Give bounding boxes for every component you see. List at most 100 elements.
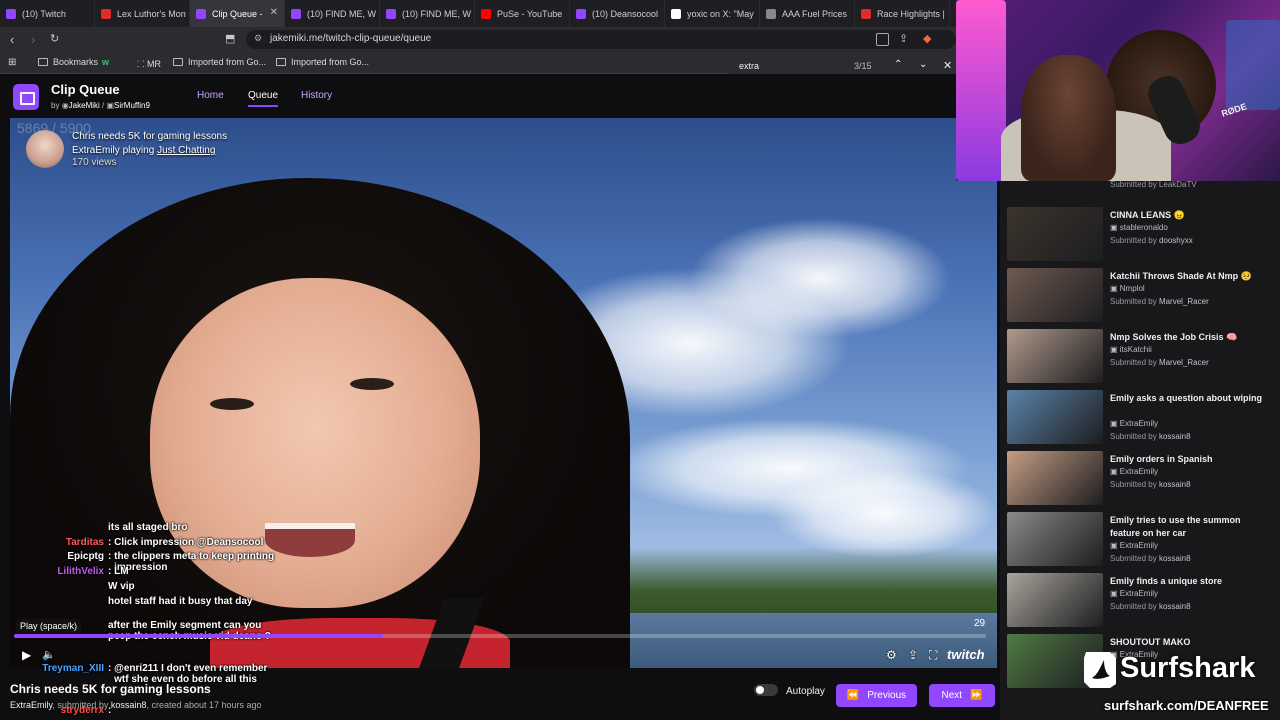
view-count: 170 views bbox=[72, 157, 117, 168]
streamer bbox=[1021, 55, 1116, 181]
browser-tab[interactable]: Lex Luthor's Mon bbox=[95, 0, 190, 27]
tab-label: Clip Queue - bbox=[212, 8, 263, 19]
reader-mode-icon[interactable] bbox=[876, 33, 889, 46]
queue-item[interactable]: Emily orders in Spanish ▣ ExtraEmily Submi… bbox=[1007, 449, 1275, 509]
queue-item-thumbnail[interactable] bbox=[1007, 451, 1103, 505]
find-input[interactable]: extra bbox=[739, 61, 759, 71]
nav-queue[interactable]: Queue bbox=[248, 90, 279, 107]
tab-favicon-icon bbox=[291, 8, 301, 19]
queue-item-channel: ▣ Nmplol bbox=[1110, 284, 1145, 293]
queue-item-submitter: Submitted by kossain8 bbox=[1110, 480, 1191, 489]
seek-bar[interactable] bbox=[14, 634, 986, 638]
queue-item[interactable]: Emily finds a unique store ▣ ExtraEmily Su… bbox=[1007, 571, 1275, 631]
queue-item-thumbnail[interactable] bbox=[1007, 329, 1103, 383]
tab-favicon-icon bbox=[386, 8, 396, 19]
queue-item-title: Emily finds a unique store bbox=[1110, 576, 1223, 586]
submitter-link[interactable]: kossain8 bbox=[111, 700, 147, 710]
reload-icon[interactable]: ↻ bbox=[50, 32, 59, 45]
nav-history[interactable]: History bbox=[301, 90, 332, 101]
clip-queue-logo-icon[interactable] bbox=[13, 84, 39, 110]
find-close-icon[interactable]: ✕ bbox=[943, 59, 952, 72]
apps-icon[interactable]: ⊞ bbox=[8, 57, 16, 68]
queue-item-channel: ▣ ExtraEmily bbox=[1110, 467, 1158, 476]
tab-favicon-icon bbox=[481, 8, 491, 19]
queue-item-thumbnail[interactable] bbox=[1007, 512, 1103, 566]
bookmark-imported-2[interactable]: Imported from Go... bbox=[276, 57, 369, 67]
autoplay-toggle[interactable]: Autoplay bbox=[754, 684, 825, 697]
submitted-label: Submitted by bbox=[1110, 297, 1157, 306]
queue-item[interactable]: Emily asks a question about wiping ▣ Extr… bbox=[1007, 388, 1275, 448]
chat-message: its all staged bro bbox=[8, 522, 187, 533]
category-link[interactable]: Just Chatting bbox=[157, 145, 215, 156]
chat-username: LilithVelix bbox=[57, 566, 104, 577]
author-link[interactable]: JakeMiki bbox=[69, 101, 100, 110]
browser-tab[interactable]: (10) Deansocool bbox=[570, 0, 665, 27]
forward-icon[interactable]: › bbox=[31, 32, 35, 47]
browser-tab[interactable]: Race Highlights | bbox=[855, 0, 950, 27]
settings-icon[interactable]: ⚙ bbox=[886, 648, 897, 662]
toggle-switch[interactable] bbox=[754, 684, 778, 696]
volume-icon[interactable]: 🔈 bbox=[42, 648, 56, 661]
queue-item-thumbnail[interactable] bbox=[1007, 390, 1103, 444]
nav-home[interactable]: Home bbox=[197, 90, 224, 101]
queue-item-title: Nmp Solves the Job Crisis 🧠 bbox=[1110, 332, 1238, 342]
next-button[interactable]: Next ⏩ bbox=[929, 684, 995, 707]
folder-icon bbox=[38, 58, 48, 66]
find-count: 3/15 bbox=[854, 61, 872, 71]
find-prev-icon[interactable]: ⌃ bbox=[894, 59, 902, 70]
eye bbox=[210, 398, 254, 410]
chat-message: Tarditas: Click impression @Deansocool bbox=[8, 537, 264, 548]
bookmark-mr[interactable]: ⸬ MR bbox=[137, 57, 161, 70]
channel-name: itsKatchii bbox=[1119, 345, 1152, 354]
author-link[interactable]: SirMuffin9 bbox=[114, 101, 150, 110]
queue-item[interactable]: Katchii Throws Shade At Nmp 🥺 ▣ Nmplol Sub… bbox=[1007, 266, 1275, 326]
tab-label: (10) FIND ME, W bbox=[402, 8, 471, 19]
twitch-icon: ▣ bbox=[106, 101, 115, 110]
chat-username: Epicptg bbox=[67, 551, 104, 562]
bookmark-w[interactable]: w bbox=[102, 57, 109, 67]
queue-item-thumbnail[interactable] bbox=[1007, 207, 1103, 261]
channel-name: ExtraEmily bbox=[1119, 419, 1159, 428]
queue-item-submitter: Submitted by dooshyxx bbox=[1110, 236, 1193, 245]
site-info-icon[interactable]: ⚙ bbox=[254, 33, 262, 44]
brave-shield-icon[interactable]: ◆ bbox=[923, 32, 931, 45]
queue-item[interactable]: Emily tries to use the summon feature on… bbox=[1007, 510, 1275, 570]
queue-item[interactable]: Nmp Solves the Job Crisis 🧠 ▣ itsKatchii S… bbox=[1007, 327, 1275, 387]
channel-link[interactable]: ExtraEmily bbox=[10, 700, 52, 710]
twitch-icon: ▣ bbox=[1110, 284, 1120, 293]
url-field[interactable]: ⚙ jakemiki.me/twitch-clip-queue/queue bbox=[246, 30, 956, 49]
video-player[interactable] bbox=[10, 118, 997, 668]
tab-label: yoxic on X: "May bbox=[687, 8, 754, 19]
submitter-name: kossain8 bbox=[1158, 432, 1191, 441]
browser-tab[interactable]: AAA Fuel Prices bbox=[760, 0, 855, 27]
fullscreen-icon[interactable]: ⛶ bbox=[929, 648, 937, 663]
browser-tab[interactable]: (10) Twitch bbox=[0, 0, 95, 27]
play-icon[interactable]: ▶ bbox=[22, 648, 31, 662]
browser-tab[interactable]: Clip Queue - ✕ bbox=[190, 0, 285, 27]
browser-tab[interactable]: (10) FIND ME, W bbox=[285, 0, 380, 27]
twitch-logo[interactable]: twitch bbox=[947, 647, 985, 662]
queue-item-thumbnail[interactable] bbox=[1007, 573, 1103, 627]
find-next-icon[interactable]: ⌄ bbox=[919, 59, 927, 70]
channel-avatar[interactable] bbox=[26, 130, 64, 168]
previous-button[interactable]: ⏪ Previous bbox=[836, 684, 917, 707]
bookmark-bookmarks[interactable]: Bookmarks bbox=[38, 57, 98, 67]
browser-tab[interactable]: PuSe - YouTube bbox=[475, 0, 570, 27]
queue-item-thumbnail[interactable] bbox=[1007, 268, 1103, 322]
chat-text: the clippers meta to keep printing impre… bbox=[114, 551, 275, 573]
tab-close-icon[interactable]: ✕ bbox=[270, 7, 278, 18]
tab-label: Race Highlights | bbox=[877, 8, 945, 19]
browser-tab[interactable]: yoxic on X: "May bbox=[665, 0, 760, 27]
bookmark-star-icon[interactable]: ⬒ bbox=[225, 32, 235, 45]
clip-title-overlay[interactable]: Chris needs 5K for gaming lessons bbox=[72, 131, 227, 142]
bookmark-imported-1[interactable]: Imported from Go... bbox=[173, 57, 266, 67]
back-icon[interactable]: ‹ bbox=[10, 32, 14, 47]
share-icon[interactable]: ⇪ bbox=[908, 648, 918, 662]
queue-item-submitter: Submitted by Marvel_Racer bbox=[1110, 297, 1209, 306]
queue-item[interactable]: CINNA LEANS 😠 ▣ stableronaldo Submitted by… bbox=[1007, 205, 1275, 265]
share-icon[interactable]: ⇪ bbox=[899, 32, 908, 45]
app-header: Clip Queue by ◉JakeMiki / ▣SirMuffin9 Ho… bbox=[0, 74, 1000, 118]
channel-link[interactable]: ExtraEmily bbox=[72, 145, 120, 156]
tab-label: (10) FIND ME, W bbox=[307, 8, 376, 19]
browser-tab[interactable]: (10) FIND ME, W bbox=[380, 0, 475, 27]
